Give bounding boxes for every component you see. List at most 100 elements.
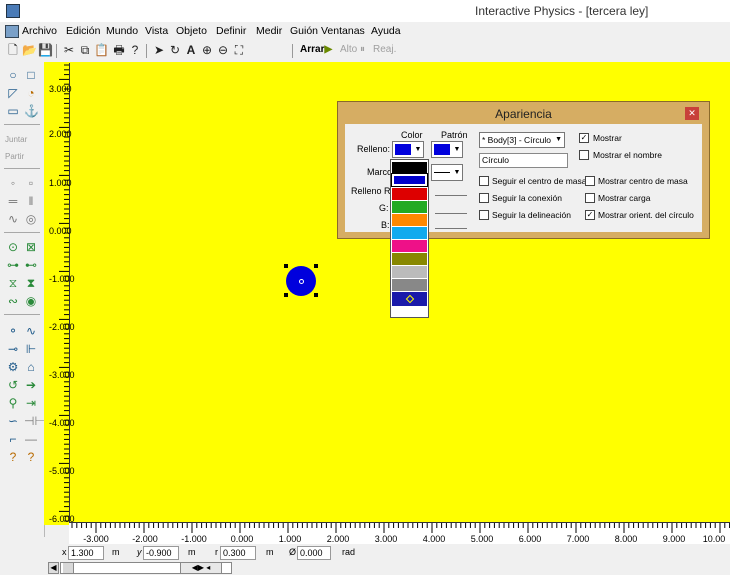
color-swatch[interactable] <box>392 227 427 239</box>
zoom-out-icon[interactable]: ⊖ <box>216 43 230 57</box>
menu-definir[interactable]: Definir <box>216 25 246 37</box>
show-checkbox[interactable]: ✓ <box>579 133 589 143</box>
selection-handle[interactable] <box>284 293 288 297</box>
x-coord-field[interactable]: 1.300 <box>68 546 104 560</box>
closed-slot-icon[interactable]: ◎ <box>24 212 38 226</box>
color-swatch[interactable] <box>392 253 427 265</box>
selection-handle[interactable] <box>314 293 318 297</box>
fill-color-dropdown[interactable]: ▼ <box>392 141 424 158</box>
menu-ventanas[interactable]: Ventanas <box>321 25 365 37</box>
menu-mundo[interactable]: Mundo <box>106 25 138 37</box>
spring-icon[interactable]: ∿ <box>24 324 38 338</box>
linear-damper-icon[interactable]: ⌐ <box>6 432 20 446</box>
show-cm-checkbox[interactable] <box>585 176 595 186</box>
show-name-checkbox[interactable] <box>579 150 589 160</box>
menu-archivo[interactable]: Archivo <box>22 25 57 37</box>
pointer-icon[interactable]: ➤ <box>152 43 166 57</box>
circle-tool-icon[interactable]: ○ <box>6 68 20 82</box>
reset-button[interactable]: Reaj. <box>373 44 396 55</box>
radius-field[interactable]: 0.300 <box>220 546 256 560</box>
vertical-slot-icon[interactable]: ‖ <box>24 194 38 208</box>
g-value-field[interactable] <box>435 213 467 214</box>
menu-vista[interactable]: Vista <box>145 25 168 37</box>
app-icon[interactable] <box>6 4 20 18</box>
dialog-title-bar[interactable]: Apariencia ✕ <box>338 102 709 124</box>
linear-actuator-icon[interactable]: ⇥ <box>24 396 38 410</box>
track-outline-checkbox[interactable] <box>479 210 489 220</box>
rotational-motor-icon[interactable]: ⚲ <box>6 396 20 410</box>
menu-ayuda[interactable]: Ayuda <box>371 25 401 37</box>
body-select[interactable]: * Body[3] - Círculo ▼ <box>479 132 565 148</box>
separator-icon[interactable]: ⊣⊢ <box>24 414 45 428</box>
curved-body-tool-icon[interactable]: ◔ <box>24 86 38 100</box>
text-tool-icon[interactable]: A <box>184 43 198 57</box>
point-element-icon[interactable]: ◦ <box>6 176 20 190</box>
color-swatch[interactable] <box>392 214 427 226</box>
rod-icon[interactable]: — <box>24 432 38 446</box>
closed-curved-joint-icon[interactable]: ◉ <box>24 294 38 308</box>
zoom-in-icon[interactable]: ⊕ <box>200 43 214 57</box>
save-icon[interactable]: 💾 <box>38 43 53 57</box>
scrollbar-thumb[interactable] <box>63 563 74 573</box>
square-tool-icon[interactable]: ▭ <box>6 104 20 118</box>
run-button[interactable]: Arrar▶ <box>300 44 332 55</box>
selection-handle[interactable] <box>284 264 288 268</box>
horizontal-lock-joint-icon[interactable]: ⊷ <box>24 258 38 272</box>
split-button[interactable]: Partir <box>5 152 24 161</box>
show-orientation-checkbox[interactable]: ✓ <box>585 210 595 220</box>
square-point-icon[interactable]: ▫ <box>24 176 38 190</box>
b-value-field[interactable] <box>435 228 467 229</box>
track-connection-checkbox[interactable] <box>479 193 489 203</box>
gear-icon[interactable]: ⚙ <box>6 360 20 374</box>
frame-control[interactable]: ◀▶ ◂ <box>180 562 222 574</box>
frame-pattern-dropdown[interactable]: ▼ <box>431 164 463 181</box>
show-charge-checkbox[interactable] <box>585 193 595 203</box>
color-swatch[interactable] <box>392 240 427 252</box>
paste-icon[interactable]: 📋 <box>94 43 109 57</box>
polygon-tool-icon[interactable]: ◸ <box>6 86 20 100</box>
color-swatch[interactable] <box>392 266 427 278</box>
color-swatch[interactable] <box>392 162 427 174</box>
rope-icon[interactable]: ⚬ <box>6 324 20 338</box>
menu-control-icon[interactable]: ? <box>24 450 38 464</box>
help-icon[interactable]: ? <box>128 43 142 57</box>
menu-medir[interactable]: Medir <box>256 25 282 37</box>
r-value-field[interactable] <box>435 195 467 196</box>
color-swatch[interactable] <box>392 188 427 200</box>
scroll-left-button[interactable]: ◀ <box>48 562 59 574</box>
track-cm-checkbox[interactable] <box>479 176 489 186</box>
color-swatch[interactable] <box>391 173 428 187</box>
fit-view-icon[interactable]: ⛶ <box>232 43 246 57</box>
join-button[interactable]: Juntar <box>5 135 27 144</box>
rotate-icon[interactable]: ↻ <box>168 43 182 57</box>
curved-slot-icon[interactable]: ∿ <box>6 212 20 226</box>
horizontal-slot-icon[interactable]: ═ <box>6 194 20 208</box>
rigid-joint-icon[interactable]: ⊠ <box>24 240 38 254</box>
menu-objeto[interactable]: Objeto <box>176 25 207 37</box>
color-swatch[interactable] <box>392 201 427 213</box>
vertical-lock-joint-icon[interactable]: ⧗ <box>24 276 38 290</box>
horizontal-joint-icon[interactable]: ⊶ <box>6 258 20 272</box>
document-icon[interactable] <box>5 25 19 38</box>
curved-joint-icon[interactable]: ∾ <box>6 294 20 308</box>
button-control-icon[interactable]: ? <box>6 450 20 464</box>
vertical-joint-icon[interactable]: ⧖ <box>6 276 20 290</box>
fill-pattern-dropdown[interactable]: ▼ <box>431 141 463 158</box>
selection-handle[interactable] <box>314 264 318 268</box>
torque-icon[interactable]: ↺ <box>6 378 20 392</box>
menu-guion[interactable]: Guión <box>290 25 318 37</box>
menu-edicion[interactable]: Edición <box>66 25 100 37</box>
name-input[interactable]: Círculo <box>479 153 568 168</box>
y-coord-field[interactable]: -0.900 <box>143 546 179 560</box>
color-swatch[interactable] <box>392 279 427 291</box>
copy-icon[interactable]: ⧉ <box>78 43 92 57</box>
cut-icon[interactable]: ✂ <box>62 43 76 57</box>
spring-damper-icon[interactable]: ⊩ <box>24 342 38 356</box>
pulley-icon[interactable]: ⌂ <box>24 360 38 374</box>
rotational-spring-icon[interactable]: ∽ <box>6 414 20 428</box>
rectangle-tool-icon[interactable]: □ <box>24 68 38 82</box>
anchor-tool-icon[interactable]: ⚓ <box>24 104 39 118</box>
close-icon[interactable]: ✕ <box>685 107 699 120</box>
open-folder-icon[interactable]: 📂 <box>22 43 37 57</box>
new-file-icon[interactable]: 🗋 <box>6 43 20 57</box>
